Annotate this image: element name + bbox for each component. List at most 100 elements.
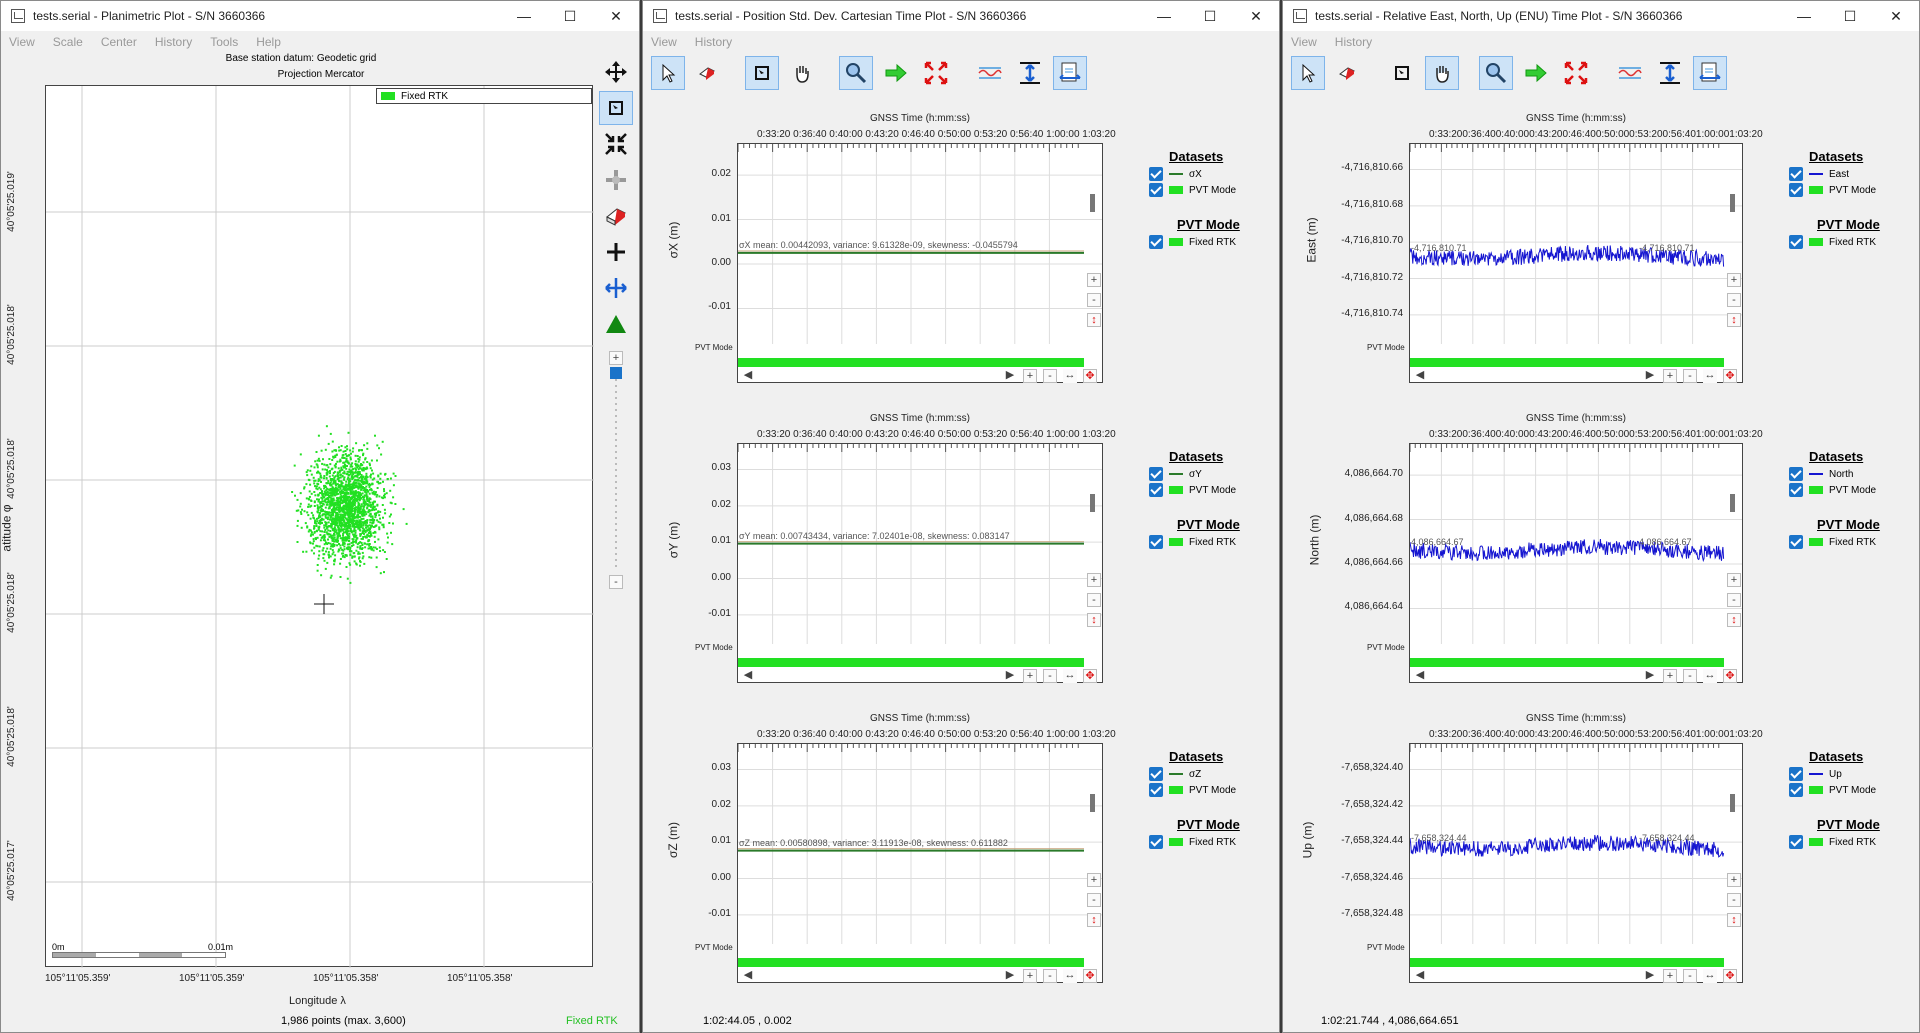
timeplot-canvas[interactable] [1410,144,1742,382]
dataset-row[interactable]: PVT Mode [1149,482,1236,498]
erase-button[interactable] [691,56,725,90]
scroll-right-icon[interactable]: ▶ [1003,969,1017,983]
h-pan-icon[interactable]: ↔ [1063,369,1077,383]
h-pan-icon[interactable]: ↔ [1063,669,1077,683]
timeplot-canvas[interactable] [738,144,1102,382]
move-icon[interactable]: ✥ [1723,969,1737,983]
fullscreen-button[interactable] [1559,56,1593,90]
timeplot-area[interactable] [737,143,1103,383]
pointer-button[interactable] [651,56,685,90]
dataset-row[interactable]: PVT Mode [1149,182,1236,198]
close-icon[interactable]: ✕ [593,8,639,25]
checkbox-icon[interactable] [1789,483,1803,497]
checkbox-icon[interactable] [1149,835,1163,849]
h-zoom-out-button[interactable]: - [1043,969,1057,983]
wave-button[interactable] [973,56,1007,90]
checkbox-icon[interactable] [1789,235,1803,249]
measure-button[interactable] [599,163,633,197]
h-zoom-out-button[interactable]: - [1683,669,1697,683]
h-zoom-in-button[interactable]: + [1023,669,1037,683]
pan-tool-button[interactable] [599,55,633,89]
zoom-in-button[interactable]: + [1727,873,1741,887]
scroll-right-icon[interactable]: ▶ [1643,369,1657,383]
dataset-row[interactable]: East [1789,166,1876,182]
pvt-row[interactable]: Fixed RTK [1789,834,1880,850]
pvt-row[interactable]: Fixed RTK [1149,534,1240,550]
zoom-in-button[interactable]: + [609,351,623,365]
h-zoom-in-button[interactable]: + [1023,969,1037,983]
add-point-button[interactable] [599,235,633,269]
menu-history[interactable]: History [695,35,732,49]
scroll-left-icon[interactable]: ◀ [1413,669,1427,683]
planimetric-titlebar[interactable]: tests.serial - Planimetric Plot - S/N 36… [1,1,639,31]
pvt-row[interactable]: Fixed RTK [1789,234,1880,250]
timeplot-area[interactable] [1409,443,1743,683]
scroll-left-icon[interactable]: ◀ [1413,969,1427,983]
timeplot-canvas[interactable] [1410,444,1742,682]
h-pan-icon[interactable]: ↔ [1063,969,1077,983]
vertical-pan-icon[interactable]: ↕ [1087,913,1101,927]
move-icon[interactable]: ✥ [1083,669,1097,683]
vertical-fit-button[interactable] [1653,56,1687,90]
export-button[interactable] [1693,56,1727,90]
timeplot-canvas[interactable] [738,744,1102,982]
h-zoom-out-button[interactable]: - [1043,669,1057,683]
checkbox-icon[interactable] [1789,767,1803,781]
vertical-pan-icon[interactable]: ↕ [1727,913,1741,927]
zoom-slider[interactable]: + - [599,351,635,601]
zoom-in-button[interactable]: + [1087,573,1101,587]
dataset-row[interactable]: σX [1149,166,1236,182]
checkbox-icon[interactable] [1789,783,1803,797]
planimetric-scatter[interactable] [46,86,594,968]
close-icon[interactable]: ✕ [1873,8,1919,25]
pvt-row[interactable]: Fixed RTK [1789,534,1880,550]
timeplot-canvas[interactable] [1410,744,1742,982]
scroll-right-icon[interactable]: ▶ [1003,669,1017,683]
h-zoom-out-button[interactable]: - [1683,369,1697,383]
vertical-fit-button[interactable] [1013,56,1047,90]
pvt-row[interactable]: Fixed RTK [1149,234,1240,250]
checkbox-icon[interactable] [1789,467,1803,481]
checkbox-icon[interactable] [1149,767,1163,781]
h-zoom-in-button[interactable]: + [1663,969,1677,983]
menu-view[interactable]: View [651,35,677,49]
vertical-pan-icon[interactable]: ↕ [1087,313,1101,327]
checkbox-icon[interactable] [1789,167,1803,181]
checkbox-icon[interactable] [1789,535,1803,549]
dataset-row[interactable]: PVT Mode [1789,782,1876,798]
close-icon[interactable]: ✕ [1233,8,1279,25]
hand-button[interactable] [1425,56,1459,90]
move-icon[interactable]: ✥ [1083,969,1097,983]
vertical-pan-icon[interactable]: ↕ [1727,313,1741,327]
h-zoom-in-button[interactable]: + [1663,369,1677,383]
checkbox-icon[interactable] [1789,835,1803,849]
checkbox-icon[interactable] [1149,483,1163,497]
h-zoom-in-button[interactable]: + [1663,669,1677,683]
dataset-row[interactable]: PVT Mode [1789,482,1876,498]
zoom-in-button[interactable]: + [1087,273,1101,287]
minimize-icon[interactable]: — [1141,8,1187,24]
checkbox-icon[interactable] [1149,467,1163,481]
zoom-out-button[interactable]: - [1087,893,1101,907]
dataset-row[interactable]: PVT Mode [1149,782,1236,798]
pointer-button[interactable] [1291,56,1325,90]
dataset-row[interactable]: Up [1789,766,1876,782]
timeplot-area[interactable] [1409,143,1743,383]
menu-history[interactable]: History [1335,35,1372,49]
forward-button[interactable] [1519,56,1553,90]
hand-button[interactable] [785,56,819,90]
checkbox-icon[interactable] [1149,783,1163,797]
dataset-row[interactable]: σZ [1149,766,1236,782]
stddev-titlebar[interactable]: tests.serial - Position Std. Dev. Cartes… [643,1,1279,31]
move-icon[interactable]: ✥ [1723,669,1737,683]
dataset-row[interactable]: σY [1149,466,1236,482]
scroll-left-icon[interactable]: ◀ [1413,369,1427,383]
scroll-left-icon[interactable]: ◀ [741,369,755,383]
zoom-out-button[interactable]: - [1727,293,1741,307]
minimize-icon[interactable]: — [1781,8,1827,24]
wave-button[interactable] [1613,56,1647,90]
enu-titlebar[interactable]: tests.serial - Relative East, North, Up … [1283,1,1919,31]
base-station-button[interactable] [599,307,633,341]
scroll-left-icon[interactable]: ◀ [741,669,755,683]
menu-view[interactable]: View [1291,35,1317,49]
